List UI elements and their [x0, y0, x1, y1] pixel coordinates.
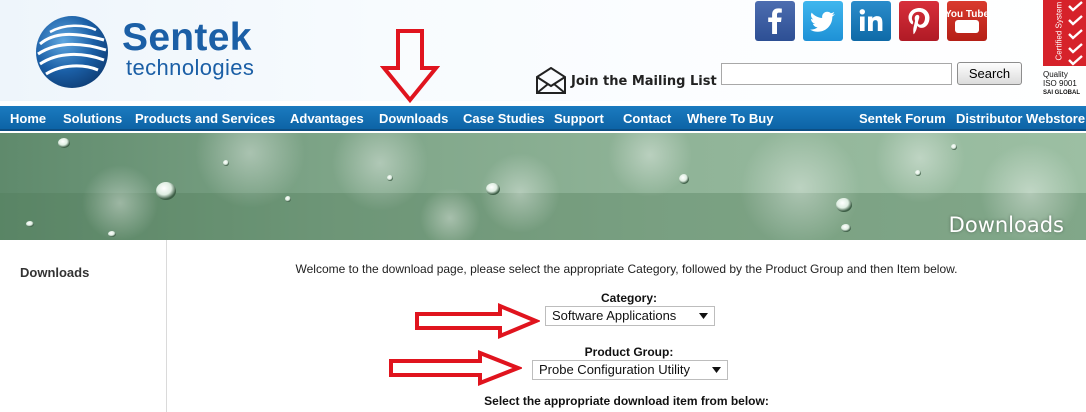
search-input[interactable]: [721, 63, 952, 85]
mailing-list-label: Join the Mailing List: [571, 73, 717, 89]
youtube-icon: You Tube: [947, 9, 987, 33]
linkedin-icon: [859, 9, 883, 31]
envelope-icon: [536, 67, 566, 94]
facebook-icon: [768, 8, 782, 34]
sidebar: Downloads: [0, 240, 167, 412]
down-arrow-annotation-icon: [380, 29, 440, 104]
mailing-list-link[interactable]: Join the Mailing List: [535, 66, 717, 96]
download-instruction: Select the appropriate download item fro…: [484, 394, 769, 408]
product-group-select[interactable]: Probe Configuration Utility: [532, 360, 728, 380]
nav-products-and-services[interactable]: Products and Services: [135, 106, 275, 131]
site-header: Sentek technologies Join the Mailing Lis…: [0, 0, 1086, 101]
youtube-link[interactable]: You Tube: [947, 1, 987, 41]
linkedin-link[interactable]: [851, 1, 891, 41]
cert-issuer-text: SAI GLOBAL: [1043, 90, 1080, 96]
nav-case-studies[interactable]: Case Studies: [463, 106, 545, 131]
cert-iso-text: ISO 9001: [1043, 79, 1077, 88]
dropdown-arrow-icon: [699, 313, 708, 319]
checkmarks-icon: [1068, 1, 1083, 66]
dropdown-arrow-icon: [712, 367, 721, 373]
nav-downloads[interactable]: Downloads: [379, 106, 448, 131]
page-banner: Downloads: [0, 133, 1086, 240]
nav-sentek-forum[interactable]: Sentek Forum: [859, 106, 946, 131]
main-navigation: Home Solutions Products and Services Adv…: [0, 106, 1086, 131]
nav-distributor-webstore[interactable]: Distributor Webstore: [956, 106, 1085, 131]
pinterest-icon: [908, 8, 930, 35]
logo-subtitle[interactable]: technologies: [126, 56, 254, 80]
category-select[interactable]: Software Applications: [545, 306, 715, 326]
nav-where-to-buy[interactable]: Where To Buy: [687, 106, 773, 131]
welcome-text: Welcome to the download page, please sel…: [295, 262, 958, 276]
nav-contact[interactable]: Contact: [623, 106, 671, 131]
iso-certification-badge: Certified System Quality ISO 9001 SAI GL…: [1039, 0, 1086, 101]
product-group-selected-value: Probe Configuration Utility: [539, 362, 691, 377]
banner-title: Downloads: [948, 213, 1064, 237]
twitter-link[interactable]: [803, 1, 843, 41]
sentek-globe-logo-icon[interactable]: [34, 14, 110, 90]
youtube-logo-text: You Tube: [947, 9, 987, 20]
nav-home[interactable]: Home: [10, 106, 46, 131]
water-droplets-image: [0, 133, 1086, 240]
twitter-icon: [810, 11, 835, 32]
nav-support[interactable]: Support: [554, 106, 604, 131]
nav-advantages[interactable]: Advantages: [290, 106, 364, 131]
certified-system-text: Certified System: [1054, 1, 1064, 61]
search-button[interactable]: Search: [957, 62, 1022, 85]
category-selected-value: Software Applications: [552, 308, 677, 323]
product-group-label: Product Group:: [584, 345, 674, 359]
pinterest-link[interactable]: [899, 1, 939, 41]
sidebar-item-downloads[interactable]: Downloads: [20, 265, 89, 280]
facebook-link[interactable]: [755, 1, 795, 41]
right-arrow-annotation-icon: [415, 303, 540, 339]
logo-name[interactable]: Sentek: [122, 18, 252, 58]
nav-solutions[interactable]: Solutions: [63, 106, 122, 131]
cert-quality-text: Quality: [1043, 70, 1068, 79]
right-arrow-annotation-icon: [389, 350, 522, 386]
certified-system-band: Certified System: [1043, 0, 1086, 66]
